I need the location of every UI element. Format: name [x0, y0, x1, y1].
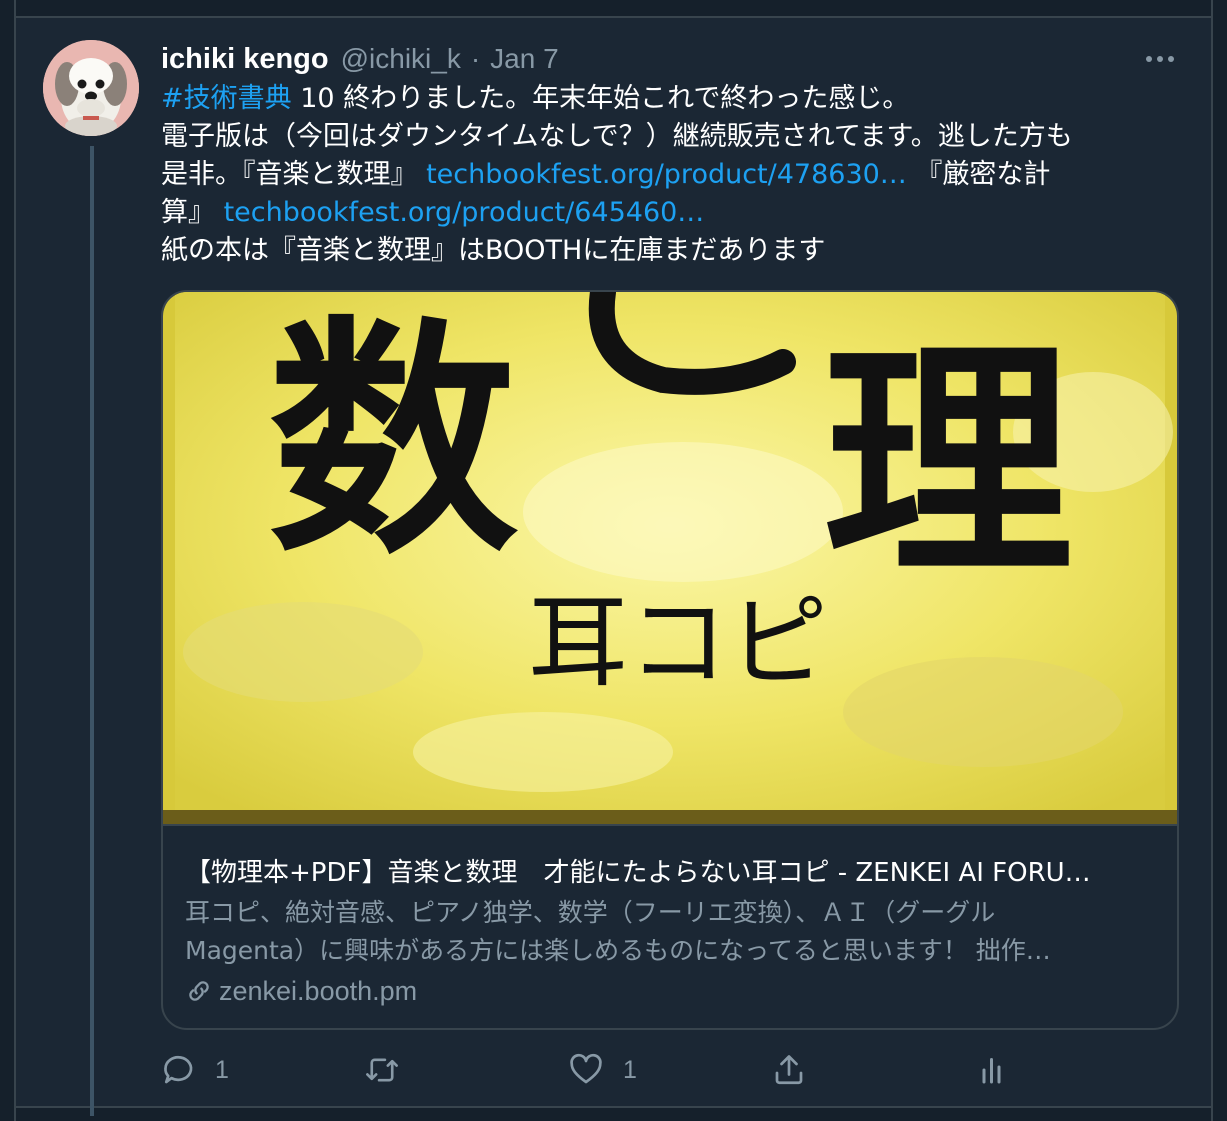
tweet-line-3: 是非。『音楽と数理』 techbookfest.org/product/4786… — [161, 156, 1181, 194]
image-subtitle: 耳コピ — [528, 584, 828, 701]
tweet-line-3-post: 『厳密な計 — [906, 159, 1051, 190]
tweet-line-3-pre: 是非。『音楽と数理』 — [161, 159, 427, 190]
tweet-text: #技術書典 10 終わりました。年末年始これで終わった感じ。 電子版は（今回はダ… — [161, 80, 1181, 270]
link-icon — [189, 981, 209, 1001]
display-name[interactable]: ichiki kengo — [161, 43, 329, 76]
card-domain: zenkei.booth.pm — [185, 972, 417, 1010]
card-image[interactable]: 数 理 耳コピ — [163, 292, 1177, 824]
product-link-2[interactable]: techbookfest.org/product/645460… — [224, 197, 705, 228]
avatar[interactable] — [43, 40, 139, 136]
analytics-button[interactable] — [975, 1048, 1011, 1092]
tweet-line-2: 電子版は（今回はダウンタイムなしで？）継続販売されてます。逃した方も — [161, 121, 1073, 152]
image-big-kanji-right: 理 — [823, 318, 1073, 609]
tweet-top-divider — [14, 16, 1213, 18]
like-button[interactable]: 1 — [567, 1048, 637, 1092]
image-big-kanji-left: 数 — [268, 296, 518, 587]
share-button[interactable] — [771, 1048, 807, 1092]
tweet-line-4-pre: 算』 — [161, 197, 224, 228]
card-description: 耳コピ、絶対音感、ピアノ独学、数学（フーリエ変換）、ＡＩ（グーグル Magent… — [185, 894, 1160, 970]
hashtag-link[interactable]: #技術書典 — [161, 83, 292, 114]
card-title: 【物理本+PDF】音楽と数理 才能にたよらない耳コピ - ZENKEI AI F… — [185, 858, 1091, 888]
tweet-header: ichiki kengo @ichiki_k · Jan 7 — [161, 39, 559, 79]
thread-line — [90, 146, 94, 1116]
share-icon — [775, 1055, 803, 1085]
reply-button[interactable]: 1 — [161, 1048, 229, 1092]
reply-icon — [164, 1055, 193, 1084]
card-description-line-2: Magenta）に興味がある方には楽しめるものになってると思います！ 拙作… — [185, 936, 1051, 965]
card-domain-text: zenkei.booth.pm — [219, 975, 418, 1006]
tweet-line-1: #技術書典 10 終わりました。年末年始これで終わった感じ。 — [161, 80, 1181, 118]
dog-avatar-image — [43, 40, 139, 136]
link-card[interactable]: 数 理 耳コピ 【物理本+PDF】音楽と数理 才能にたよらない耳コピ - ZEN… — [161, 290, 1179, 1030]
card-description-line-1: 耳コピ、絶対音感、ピアノ独学、数学（フーリエ変換）、ＡＩ（グーグル — [185, 898, 996, 927]
heart-icon — [570, 1053, 602, 1084]
tweet-line-1-text: 10 終わりました。年末年始これで終わった感じ。 — [291, 83, 910, 114]
retweet-icon — [366, 1058, 398, 1082]
timeline-border-right — [1211, 0, 1213, 1121]
tweet-actions: 1 1 — [161, 1048, 1161, 1092]
product-link-1[interactable]: techbookfest.org/product/478630… — [426, 159, 907, 190]
card-divider — [163, 824, 1177, 826]
reply-count: 1 — [215, 1055, 229, 1084]
tweet-line-5: 紙の本は『音楽と数理』はBOOTHに在庫まだあります — [161, 235, 826, 266]
tweet-line-4: 算』 techbookfest.org/product/645460… — [161, 194, 1181, 232]
retweet-button[interactable] — [363, 1048, 401, 1092]
like-count: 1 — [623, 1055, 637, 1084]
more-options-icon[interactable] — [1140, 52, 1180, 66]
analytics-icon — [982, 1058, 1001, 1084]
tweet-bottom-divider — [14, 1106, 1213, 1108]
tweet-date[interactable]: Jan 7 — [490, 43, 559, 75]
separator-dot: · — [470, 43, 481, 74]
handle[interactable]: @ichiki_k — [341, 43, 461, 75]
